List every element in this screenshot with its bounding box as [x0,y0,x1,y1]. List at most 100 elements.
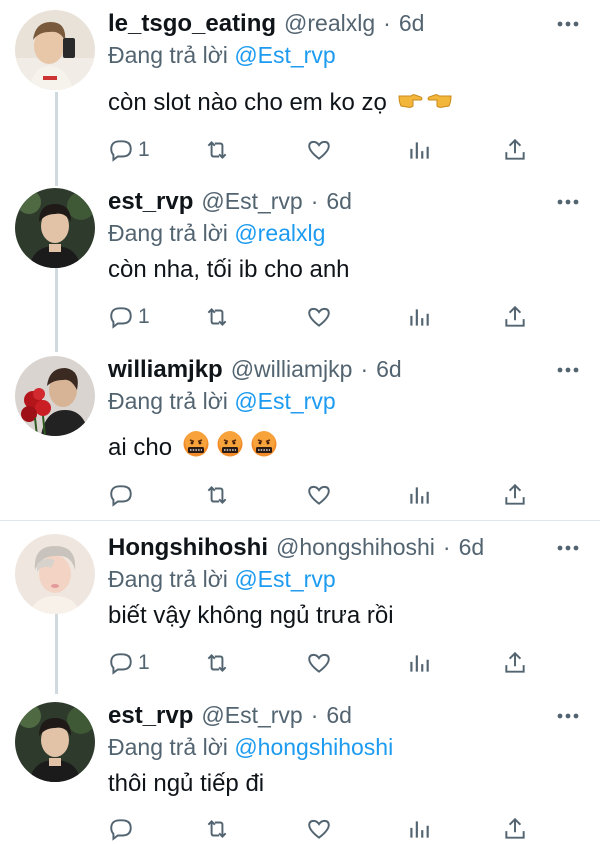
dot-separator: · [310,188,319,214]
reply-button[interactable] [108,814,138,844]
share-icon [505,817,525,839]
tweet-actions: 1 [108,302,538,332]
view-count-button[interactable] [406,135,432,165]
replying-to: Đang trả lời @hongshihoshi [108,734,393,761]
tweet[interactable]: williamjkp @williamjkp · 6d Đang trả lời… [0,356,600,516]
avatar[interactable] [15,188,95,268]
view-count-button[interactable] [406,648,432,678]
mention-link[interactable]: @Est_rvp [234,42,335,68]
tweet[interactable]: est_rvp @Est_rvp · 6d Đang trả lời @hong… [0,702,600,844]
like-button[interactable] [306,814,332,844]
reply-prefix: Đang trả lời [108,734,228,760]
like-button[interactable] [306,135,332,165]
reply-button[interactable]: 1 [108,135,150,165]
avatar[interactable] [15,356,95,436]
more-options-icon[interactable] [556,12,580,36]
avatar[interactable] [15,702,95,782]
avatar[interactable] [15,534,95,614]
retweet-icon [207,308,227,326]
analytics-icon [410,655,429,672]
display-name[interactable]: est_rvp [108,702,193,730]
user-handle[interactable]: @williamjkp [231,356,353,383]
display-name[interactable]: Hongshihoshi [108,534,268,562]
share-button[interactable] [502,480,528,510]
tweet-time[interactable]: 6d [399,10,425,37]
dot-separator: · [360,356,369,382]
share-button[interactable] [502,814,528,844]
heart-icon [308,653,330,673]
reply-button[interactable]: 1 [108,302,150,332]
reply-count: 1 [138,651,150,674]
more-options-icon[interactable] [556,536,580,560]
user-handle[interactable]: @Est_rvp [201,702,302,729]
reply-count: 1 [138,305,150,328]
mention-link[interactable]: @Est_rvp [234,566,335,592]
tweet-actions: 1 [108,135,538,165]
retweet-button[interactable] [204,814,230,844]
replying-to: Đang trả lời @Est_rvp [108,388,336,415]
tweet-text: còn slot nào cho em ko zọ [108,88,453,117]
tweet-body: còn nha, tối ib cho anh [108,256,350,283]
display-name[interactable]: le_tsgo_eating [108,10,276,38]
user-handle[interactable]: @hongshihoshi [276,534,435,561]
analytics-icon [410,487,429,504]
more-options-icon[interactable] [556,358,580,382]
tweet-text: biết vậy không ngủ trưa rồi [108,602,394,630]
retweet-button[interactable] [204,480,230,510]
mention-link[interactable]: @realxlg [234,220,325,246]
tweet-time[interactable]: 6d [326,702,352,729]
like-button[interactable] [306,302,332,332]
display-name[interactable]: est_rvp [108,188,193,216]
retweet-icon [207,141,227,159]
heart-icon [308,819,330,839]
more-options-icon[interactable] [556,704,580,728]
like-button[interactable] [306,648,332,678]
reply-feed: le_tsgo_eating @realxlg · 6d Đang trả lờ… [0,0,600,844]
reply-count: 1 [138,138,150,161]
tweet-time[interactable]: 6d [376,356,402,383]
reply-prefix: Đang trả lời [108,566,228,592]
tweet[interactable]: est_rvp @Est_rvp · 6d Đang trả lời @real… [0,188,600,338]
user-handle[interactable]: @Est_rvp [201,188,302,215]
analytics-icon [410,309,429,326]
tweet-body: biết vậy không ngủ trưa rồi [108,602,394,629]
share-button[interactable] [502,135,528,165]
face-with-symbols-on-mouth-icon [250,430,278,465]
heart-icon [308,307,330,327]
reply-button[interactable] [108,480,138,510]
retweet-button[interactable] [204,135,230,165]
share-button[interactable] [502,648,528,678]
reply-icon [110,307,132,329]
more-options-icon[interactable] [556,190,580,214]
mention-link[interactable]: @hongshihoshi [234,734,393,760]
view-count-button[interactable] [406,480,432,510]
tweet-header: est_rvp @Est_rvp · 6d [108,702,352,734]
tweet-time[interactable]: 6d [459,534,485,561]
tweet[interactable]: le_tsgo_eating @realxlg · 6d Đang trả lờ… [0,10,600,170]
face-with-symbols-on-mouth-icon [216,430,244,465]
share-button[interactable] [502,302,528,332]
reply-button[interactable]: 1 [108,648,150,678]
mention-link[interactable]: @Est_rvp [234,388,335,414]
tweet-body: thôi ngủ tiếp đi [108,770,265,797]
retweet-icon [207,654,227,672]
tweet-actions: 1 [108,648,538,678]
reply-prefix: Đang trả lời [108,388,228,414]
tweet-header: le_tsgo_eating @realxlg · 6d [108,10,424,42]
tweet-text: thôi ngủ tiếp đi [108,770,264,798]
tweet-time[interactable]: 6d [326,188,352,215]
retweet-button[interactable] [204,648,230,678]
tweet-actions [108,814,538,844]
analytics-icon [410,821,429,838]
tweet[interactable]: Hongshihoshi @hongshihoshi · 6d Đang trả… [0,534,600,684]
view-count-button[interactable] [406,814,432,844]
like-button[interactable] [306,480,332,510]
reply-icon [110,819,132,841]
retweet-button[interactable] [204,302,230,332]
analytics-icon [410,142,429,159]
avatar[interactable] [15,10,95,90]
user-handle[interactable]: @realxlg [284,10,375,37]
view-count-button[interactable] [406,302,432,332]
display-name[interactable]: williamjkp [108,356,223,384]
thread-divider [0,520,600,521]
